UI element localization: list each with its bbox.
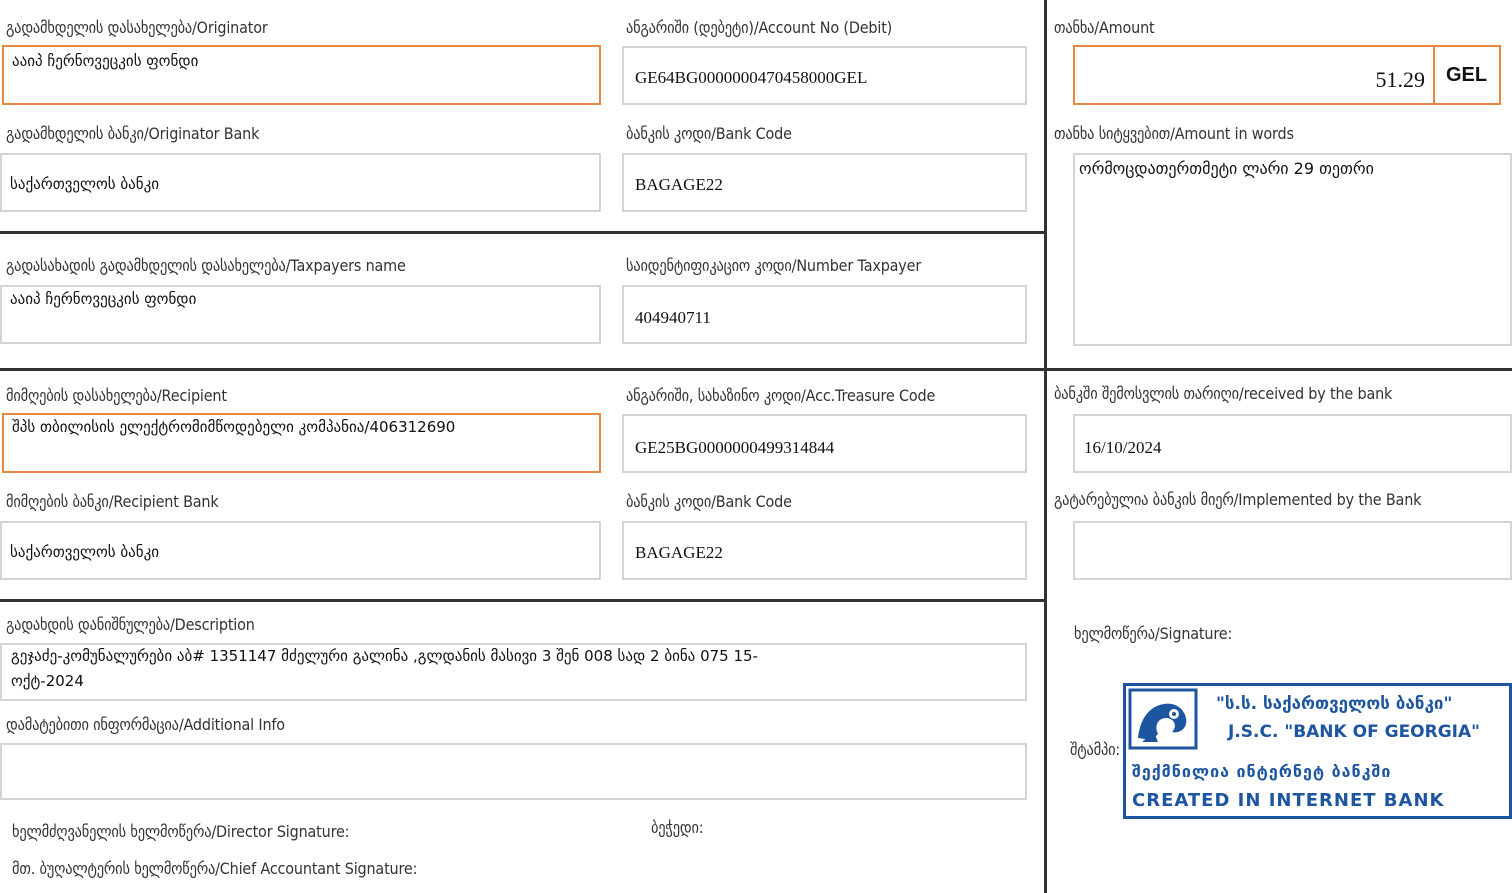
amount-label: თანხა/Amount [1054,18,1155,37]
recipient-account-value: GE25BG0000000499314844 [635,438,835,457]
currency-box: GEL [1433,45,1501,105]
amount-value: 51.29 [1375,67,1426,92]
originator-bank-code-label: ბანკის კოდი/Bank Code [626,124,792,143]
stamp-line2: J.S.C. "BANK OF GEORGIA" [1228,722,1481,742]
received-date-label: ბანკში შემოსვლის თარიღი/received by the … [1054,384,1393,403]
bank-lion-logo-icon [1128,688,1198,750]
originator-field[interactable]: ააიპ ჩერნოვეცკის ფონდი [2,45,601,105]
amount-field[interactable]: 51.29 [1073,45,1435,105]
taxpayer-code-value: 404940711 [635,308,711,327]
recipient-bank-field[interactable]: საქართველოს ბანკი [0,521,601,580]
recipient-label: მიმღების დასახელება/Recipient [6,386,227,405]
recipient-bank-code-label: ბანკის კოდი/Bank Code [626,492,792,511]
stamp-label: შტამპი: [1070,740,1121,759]
recipient-field[interactable]: შპს თბილისის ელექტრომიმწოდებელი კომპანია… [2,413,601,473]
section-divider [0,599,1045,602]
description-label: გადახდის დანიშნულება/Description [6,615,255,634]
originator-value: ააიპ ჩერნოვეცკის ფონდი [12,52,199,70]
implemented-field[interactable] [1073,521,1512,580]
received-date-value: 16/10/2024 [1084,438,1162,457]
taxpayer-name-field[interactable]: ააიპ ჩერნოვეცკის ფონდი [0,285,601,344]
recipient-value: შპს თბილისის ელექტრომიმწოდებელი კომპანია… [12,418,456,436]
implemented-label: გატარებულია ბანკის მიერ/Implemented by t… [1054,490,1422,509]
description-line2: ოქტ-2024 [11,672,84,690]
originator-bank-code-field[interactable]: BAGAGE22 [622,153,1027,212]
additional-info-label: დამატებითი ინფორმაცია/Additional Info [6,715,285,734]
additional-info-field[interactable] [0,743,1027,800]
account-debit-label: ანგარიში (დებეტი)/Account No (Debit) [626,18,893,37]
account-debit-field[interactable]: GE64BG0000000470458000GEL [622,46,1027,105]
bank-stamp: "ს.ს. საქართველოს ბანკი" J.S.C. "BANK OF… [1123,683,1512,819]
currency-value: GEL [1446,64,1488,86]
account-debit-value: GE64BG0000000470458000GEL [635,68,868,87]
originator-bank-code-value: BAGAGE22 [635,175,723,194]
signature-label: ხელმოწერა/Signature: [1074,624,1233,643]
originator-bank-value: საქართველოს ბანკი [10,175,160,193]
description-line1: გეჯაძე-კომუნალურები აბ# 1351147 მძელური … [11,647,758,665]
taxpayer-code-field[interactable]: 404940711 [622,285,1027,344]
received-date-field[interactable]: 16/10/2024 [1073,414,1512,473]
description-field[interactable]: გეჯაძე-კომუნალურები აბ# 1351147 მძელური … [0,643,1027,701]
originator-label: გადამხდელის დასახელება/Originator [6,18,268,37]
stamp-line4: CREATED IN INTERNET BANK [1132,790,1445,811]
column-divider [1044,0,1047,893]
seal-label: ბეჭედი: [651,818,704,837]
taxpayer-name-value: ააიპ ჩერნოვეცკის ფონდი [10,290,197,308]
chief-accountant-signature-label: მთ. ბუღალტერის ხელმოწერა/Chief Accountan… [12,859,418,878]
originator-bank-field[interactable]: საქართველოს ბანკი [0,153,601,212]
recipient-bank-value: საქართველოს ბანკი [10,543,160,561]
section-divider [0,368,1512,371]
originator-bank-label: გადამხდელის ბანკი/Originator Bank [6,124,260,143]
amount-words-value: ორმოცდათერთმეტი ლარი 29 თეთრი [1079,159,1374,178]
amount-words-label: თანხა სიტყვებით/Amount in words [1054,124,1294,143]
recipient-account-field[interactable]: GE25BG0000000499314844 [622,414,1027,473]
taxpayer-name-label: გადასახადის გადამხდელის დასახელება/Taxpa… [6,256,406,275]
amount-words-field[interactable]: ორმოცდათერთმეტი ლარი 29 თეთრი [1073,153,1512,346]
recipient-bank-code-value: BAGAGE22 [635,543,723,562]
director-signature-label: ხელმძღვანელის ხელმოწერა/Director Signatu… [12,822,350,841]
recipient-bank-code-field[interactable]: BAGAGE22 [622,521,1027,580]
recipient-account-label: ანგარიში, სახაზინო კოდი/Acc.Treasure Cod… [626,386,936,405]
recipient-bank-label: მიმღების ბანკი/Recipient Bank [6,492,219,511]
taxpayer-code-label: საიდენტიფიკაციო კოდი/Number Taxpayer [626,256,922,275]
stamp-line3: შექმნილია ინტერნეტ ბანკში [1132,762,1392,781]
section-divider [0,231,1045,234]
stamp-line1: "ს.ს. საქართველოს ბანკი" [1216,694,1453,714]
